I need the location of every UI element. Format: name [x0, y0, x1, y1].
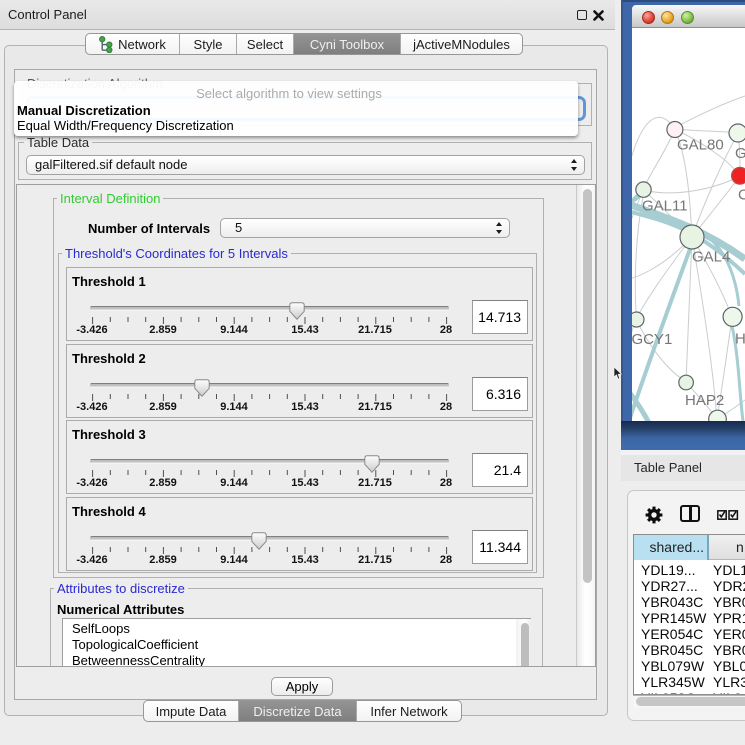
svg-text:HAP2: HAP2	[685, 392, 724, 409]
svg-text:GAL4: GAL4	[692, 249, 730, 266]
svg-text:G.: G.	[735, 145, 745, 162]
svg-text:H: H	[735, 331, 745, 348]
svg-text:C: C	[738, 187, 745, 204]
svg-text:GAL11: GAL11	[642, 198, 688, 215]
svg-text:GAL80: GAL80	[677, 137, 724, 154]
svg-text:GCY1: GCY1	[632, 331, 672, 348]
